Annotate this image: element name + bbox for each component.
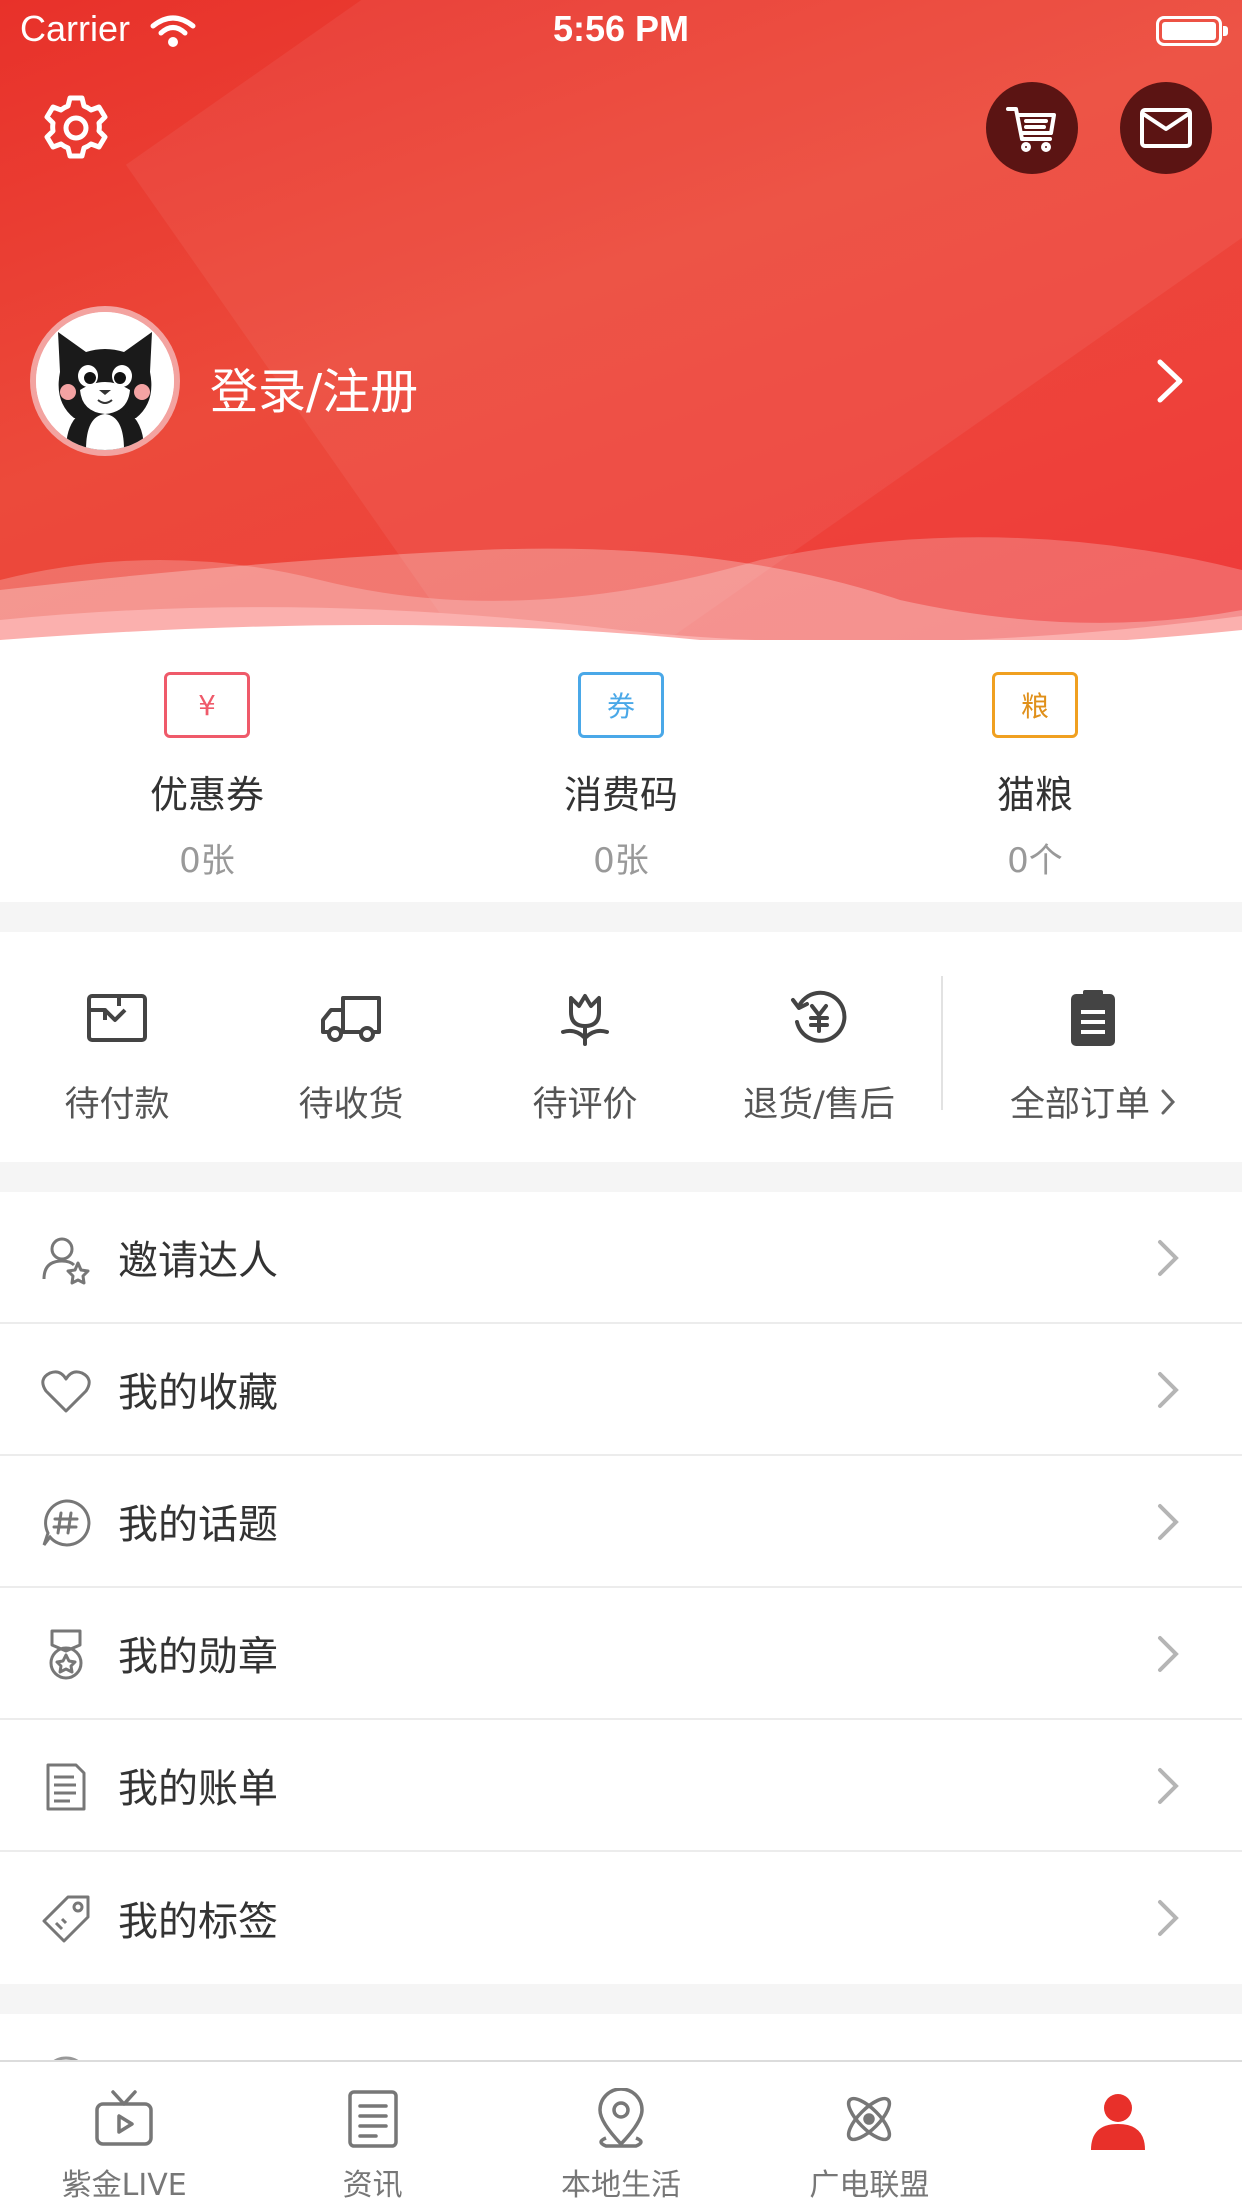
cat-food-icon: 粮 bbox=[992, 672, 1078, 738]
bill-icon bbox=[46, 1763, 86, 1811]
mail-icon bbox=[1140, 108, 1192, 148]
bottom-tab-bar: 紫金LIVE 资讯 本地生活 广电联盟 bbox=[0, 2060, 1242, 2208]
news-icon bbox=[347, 2090, 398, 2148]
asset-label: 猫粮 bbox=[996, 773, 1073, 817]
message-button[interactable] bbox=[1120, 82, 1212, 174]
all-orders-label: 全部订单 bbox=[1009, 1085, 1150, 1125]
tag-icon bbox=[42, 1895, 90, 1943]
tab-zijin-live[interactable]: 紫金LIVE bbox=[0, 2062, 248, 2208]
cat-avatar-icon bbox=[36, 312, 174, 450]
asset-cat-food[interactable]: 粮 猫粮 0个 bbox=[828, 640, 1242, 902]
battery-icon bbox=[1156, 16, 1228, 46]
assets-summary: ¥ 优惠券 0张 券 消费码 0张 粮 猫粮 0个 bbox=[0, 640, 1242, 902]
atom-icon bbox=[847, 2096, 892, 2142]
order-divider bbox=[941, 976, 943, 1110]
order-pending-payment[interactable]: 待付款 bbox=[0, 932, 234, 1162]
profile-icon bbox=[1090, 2094, 1145, 2150]
order-label: 退货/售后 bbox=[743, 1085, 895, 1125]
menu-item-label: 我的勋章 bbox=[118, 1634, 278, 1680]
flower-icon bbox=[561, 994, 609, 1046]
menu-item-topics[interactable]: 我的话题 bbox=[0, 1456, 1242, 1588]
coupon-glyph: ¥ bbox=[198, 688, 216, 722]
status-time: 5:56 PM bbox=[552, 8, 690, 49]
tab-label: 紫金LIVE bbox=[61, 2168, 187, 2203]
menu-item-bills[interactable]: 我的账单 bbox=[0, 1720, 1242, 1852]
orders-section: 待付款 待收货 待评价 退货/售后 全部订单 bbox=[0, 932, 1242, 1162]
topic-hash-icon bbox=[42, 1499, 91, 1547]
menu-item-medals[interactable]: 我的勋章 bbox=[0, 1588, 1242, 1720]
header-wave bbox=[0, 537, 1242, 640]
menu-item-tags[interactable]: 我的标签 bbox=[0, 1852, 1242, 1984]
tab-label: 广电联盟 bbox=[809, 2168, 930, 2203]
wallet-icon bbox=[87, 994, 147, 1042]
order-pending-review[interactable]: 待评价 bbox=[468, 932, 702, 1162]
cart-icon bbox=[1006, 107, 1056, 152]
tv-play-icon bbox=[95, 2090, 153, 2146]
medal-icon bbox=[49, 1629, 83, 1680]
order-refund-aftersale[interactable]: 退货/售后 bbox=[702, 932, 936, 1162]
chevron-right-icon bbox=[1158, 1768, 1179, 1804]
menu-item-label: 我的标签 bbox=[118, 1899, 278, 1945]
invite-user-icon bbox=[42, 1237, 90, 1285]
tab-broadcast-alliance[interactable]: 广电联盟 bbox=[745, 2062, 993, 2208]
profile-header: Carrier 5:56 PM 登录/注册 bbox=[0, 0, 1242, 640]
chevron-right-icon bbox=[1158, 1240, 1179, 1276]
menu-item-label: 我的账单 bbox=[118, 1766, 278, 1812]
chevron-right-icon bbox=[1158, 1636, 1179, 1672]
all-orders-button[interactable]: 全部订单 bbox=[944, 932, 1242, 1162]
login-register-link[interactable]: 登录/注册 bbox=[210, 352, 418, 422]
asset-count: 0张 bbox=[593, 841, 649, 881]
tab-local-life[interactable]: 本地生活 bbox=[497, 2062, 745, 2208]
asset-label: 优惠券 bbox=[149, 773, 264, 817]
refund-icon bbox=[791, 990, 847, 1043]
clipboard-icon bbox=[1071, 990, 1115, 1046]
menu-item-favorites[interactable]: 我的收藏 bbox=[0, 1324, 1242, 1456]
menu-item-label: 我的话题 bbox=[118, 1502, 278, 1548]
asset-coupon[interactable]: ¥ 优惠券 0张 bbox=[0, 640, 414, 902]
order-pending-receipt[interactable]: 待收货 bbox=[234, 932, 468, 1162]
location-pin-icon bbox=[598, 2088, 644, 2148]
chevron-right-icon bbox=[1158, 1372, 1179, 1408]
asset-count: 0张 bbox=[179, 841, 235, 881]
tab-profile[interactable] bbox=[994, 2062, 1242, 2208]
tab-news[interactable]: 资讯 bbox=[248, 2062, 496, 2208]
status-bar: Carrier 5:56 PM bbox=[0, 0, 1242, 62]
menu-item-invite-talent[interactable]: 邀请达人 bbox=[0, 1192, 1242, 1324]
chevron-right-icon bbox=[1161, 1089, 1176, 1114]
chevron-right-icon bbox=[1158, 1504, 1179, 1540]
order-label: 待收货 bbox=[298, 1085, 404, 1125]
avatar[interactable] bbox=[30, 306, 180, 456]
menu-item-label: 邀请达人 bbox=[118, 1238, 278, 1284]
cat-food-glyph: 粮 bbox=[1020, 690, 1049, 723]
cart-button[interactable] bbox=[986, 82, 1078, 174]
asset-label: 消费码 bbox=[563, 773, 678, 817]
chevron-right-icon bbox=[1158, 1900, 1179, 1936]
voucher-code-icon: 券 bbox=[578, 672, 664, 738]
coupon-icon: ¥ bbox=[164, 672, 250, 738]
voucher-glyph: 券 bbox=[606, 690, 635, 723]
chevron-right-icon[interactable] bbox=[1150, 356, 1190, 406]
asset-voucher-code[interactable]: 券 消费码 0张 bbox=[414, 640, 828, 902]
asset-count: 0个 bbox=[1007, 841, 1063, 881]
settings-gear-icon[interactable] bbox=[40, 92, 112, 164]
heart-icon bbox=[41, 1370, 91, 1413]
order-label: 待付款 bbox=[64, 1085, 170, 1125]
tab-label: 资讯 bbox=[342, 2168, 403, 2203]
truck-icon bbox=[321, 996, 381, 1042]
menu-item-label: 我的收藏 bbox=[118, 1370, 278, 1416]
all-orders-label-wrap: 全部订单 bbox=[1010, 1076, 1176, 1127]
tab-label: 本地生活 bbox=[561, 2168, 682, 2203]
order-label: 待评价 bbox=[532, 1085, 638, 1125]
profile-menu-list: 邀请达人 我的收藏 我的话题 我的勋章 我的账单 我的标签 bbox=[0, 1192, 1242, 1984]
